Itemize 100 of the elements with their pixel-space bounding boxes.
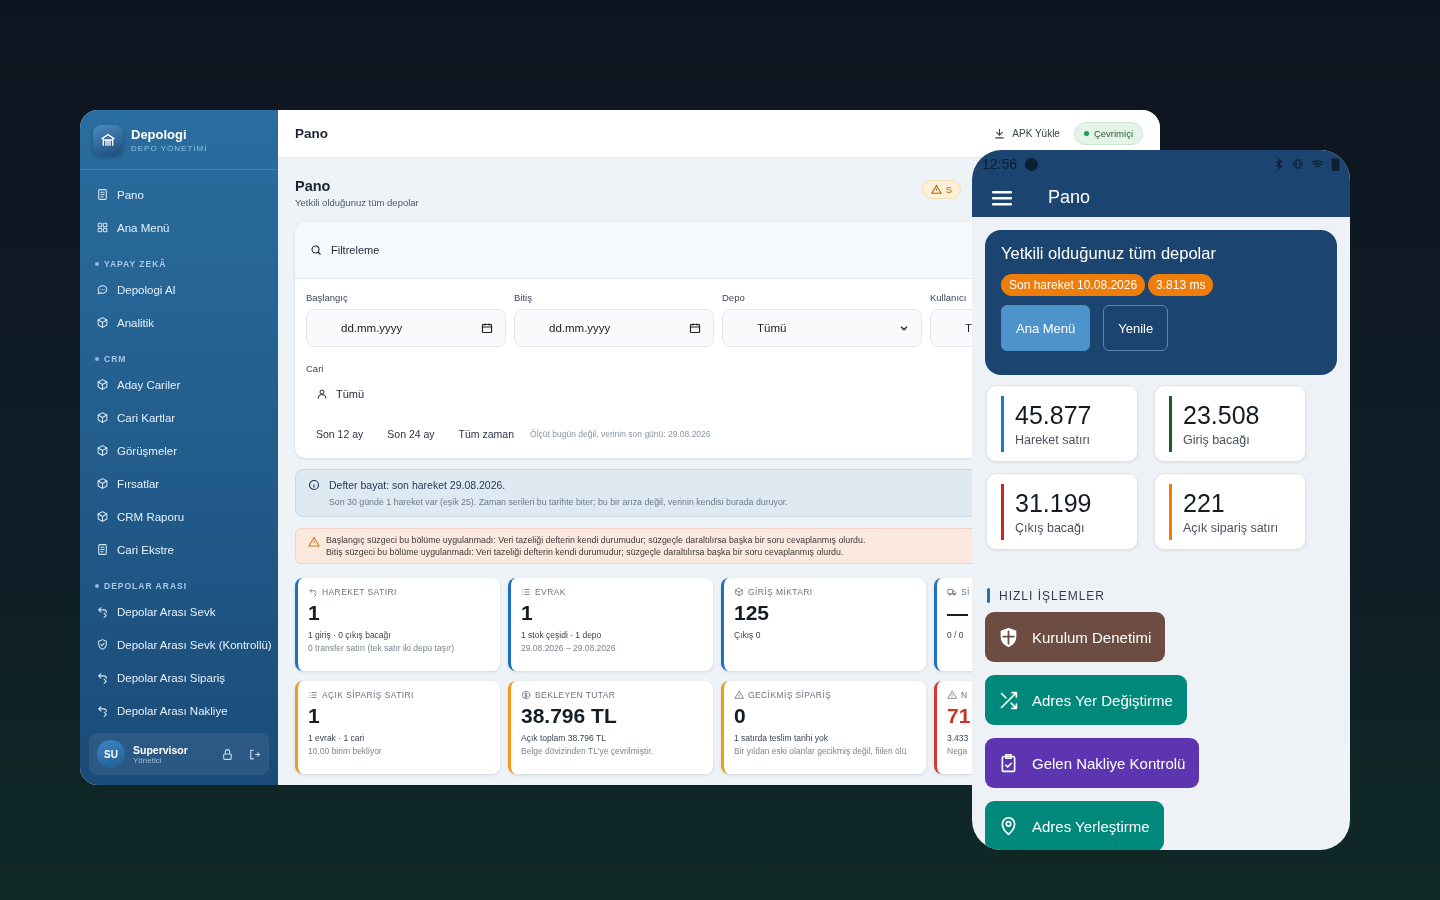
sidebar-item[interactable]: Analitik — [117, 316, 155, 329]
menu-icon[interactable] — [992, 189, 1012, 206]
chat-bubble-icon — [96, 283, 109, 296]
download-icon — [993, 127, 1007, 140]
document-icon — [96, 188, 109, 201]
kpi-title: Sİ — [961, 587, 970, 597]
sidebar-item[interactable]: Depologi AI — [117, 283, 176, 296]
field-label: Başlangıç — [306, 292, 349, 303]
customer-select[interactable]: Tümü — [306, 374, 972, 408]
chevron-down-icon — [899, 323, 909, 333]
warning-icon — [947, 690, 957, 700]
cube-icon — [96, 411, 109, 424]
swap-arrow-icon — [96, 704, 109, 717]
kpi-value: 1 — [521, 601, 534, 625]
info-chip: 3.813 ms — [1148, 274, 1214, 296]
warning-text: Bitiş süzgeci bu bölüme uygulanmadı: Veri tazeliği defterin kendi durumudur; süzgeçle daraltılırsa başka bir soru cevaplanmış olurdu. — [326, 547, 845, 557]
kpi-value: 71 — [947, 704, 972, 728]
refresh-button[interactable]: Yenile — [1103, 305, 1169, 351]
brand-subtitle: DEPO YÖNETİMİ — [131, 143, 208, 153]
kpi-title: AÇIK SİPARİŞ SATIRI — [322, 690, 414, 700]
stat-label: Çıkış bacağı — [1015, 520, 1086, 535]
cube-icon — [96, 510, 109, 523]
apk-download-button[interactable]: APK Yükle — [993, 127, 1060, 140]
quick-action-button[interactable]: Adres Yerleştirme — [985, 801, 1164, 850]
sidebar-item[interactable]: Cari Kartlar — [117, 411, 176, 424]
logout-icon[interactable] — [248, 747, 261, 761]
sidebar-item[interactable]: Cari Ekstre — [117, 543, 174, 556]
kpi-value: 1 — [308, 601, 321, 625]
swap-arrow-icon — [308, 587, 318, 597]
list-icon — [308, 690, 318, 700]
select-field[interactable]: Tümü — [722, 309, 922, 347]
kpi-detail: 0 transfer satırı (tek satır iki depo taşır) — [308, 643, 455, 653]
kpi-detail: Belge dövizinden TL'ye çevrilmiştir. — [521, 746, 654, 756]
sidebar-item[interactable]: Depolar Arası Nakliye — [117, 704, 228, 717]
quick-action-button[interactable]: Gelen Nakliye Kontrolü — [985, 738, 1200, 788]
bluetooth-icon — [1273, 158, 1285, 170]
section-heading: DEPOLAR ARASI — [104, 581, 188, 591]
shield-icon — [998, 626, 1019, 648]
kpi-title: N — [961, 690, 968, 700]
info-icon — [308, 479, 320, 491]
kpi-detail: 0 / 0 — [947, 630, 965, 640]
range-button[interactable]: Tüm zaman — [448, 424, 527, 444]
kpi-title: GİRİŞ MİKTARI — [748, 587, 813, 597]
shield-check-icon — [96, 638, 109, 651]
sidebar-item[interactable]: CRM Raporu — [117, 510, 185, 523]
user-role: Yönetici — [133, 755, 162, 765]
warning-icon — [308, 536, 320, 548]
range-button[interactable]: Son 12 ay — [306, 424, 376, 444]
kpi-value: 38.796 TL — [521, 704, 618, 728]
kpi-detail: 10,00 birim bekliyor — [308, 746, 383, 756]
quick-action-button[interactable]: Adres Yer Değiştirme — [985, 675, 1187, 725]
kpi-detail: 3.433 — [947, 733, 970, 743]
swap-arrow-icon — [96, 671, 109, 684]
page-title: Pano — [295, 178, 332, 194]
sidebar-item[interactable]: Depolar Arası Sevk (Kontrollü) — [117, 638, 272, 651]
sidebar-item[interactable]: Ana Menü — [117, 221, 170, 234]
hero-title: Yetkili olduğunuz tüm depolar — [1001, 244, 1217, 263]
kpi-detail: 1 giriş · 0 çıkış bacağı — [308, 630, 392, 640]
sidebar-item[interactable]: Pano — [117, 188, 144, 201]
coin-icon — [521, 690, 531, 700]
swap-arrow-icon — [96, 605, 109, 618]
kpi-detail: 1 stok çeşidi · 1 depo — [521, 630, 603, 640]
cube-icon — [96, 378, 109, 391]
user-avatar: SU — [97, 740, 125, 768]
range-button[interactable]: Son 24 ay — [377, 424, 447, 444]
stat-label: Açık sipariş satırı — [1183, 520, 1279, 535]
range-note: Ölçüt bugün değil, verinin son günü: 29.08.2026 — [530, 429, 711, 439]
battery-icon — [1331, 157, 1340, 171]
lock-icon[interactable] — [221, 747, 234, 761]
person-icon — [316, 388, 328, 400]
field-label: Depo — [722, 292, 746, 303]
select-field[interactable]: T — [930, 309, 972, 347]
kpi-detail: 29.08.2026 – 29.08.2026 — [521, 643, 617, 653]
cube-icon — [734, 587, 744, 597]
vibrate-icon — [1292, 158, 1304, 170]
truck-icon — [947, 587, 957, 597]
date-field[interactable]: dd.mm.yyyy — [514, 309, 714, 347]
cube-icon — [96, 477, 109, 490]
sidebar-item[interactable]: Depolar Arası Sevk — [117, 605, 216, 618]
status-time: 12:56 — [982, 156, 1018, 172]
kpi-title: GECİKMİŞ SİPARİŞ — [748, 690, 832, 700]
brand-name: Depologi — [131, 126, 188, 142]
sidebar-item[interactable]: Depolar Arası Sipariş — [117, 671, 226, 684]
kpi-value: 1 — [308, 704, 321, 728]
section-heading: CRM — [104, 354, 127, 364]
cube-icon — [96, 316, 109, 329]
warehouse-logo-icon — [93, 124, 123, 155]
online-status-badge: Çevrimiçi — [1073, 122, 1143, 145]
warning-icon — [734, 690, 744, 700]
section-heading: YAPAY ZEKÂ — [104, 259, 167, 269]
sidebar-item[interactable]: Aday Cariler — [117, 378, 181, 391]
quick-action-button[interactable]: Kurulum Denetimi — [985, 612, 1166, 662]
field-label: Cari — [306, 363, 325, 374]
stat-value: 45.877 — [1015, 400, 1092, 430]
sidebar-item[interactable]: Fırsatlar — [117, 477, 160, 490]
alert-text: Son 30 günde 1 hareket var (eşik 25). Zaman serileri bu tarihte biter; bu bir arıza değil, verinin kendisi burada duruyor. — [329, 497, 789, 507]
grid-icon — [96, 221, 109, 234]
kpi-value: 125 — [734, 601, 771, 625]
date-field[interactable]: dd.mm.yyyy — [306, 309, 506, 347]
sidebar-item[interactable]: Görüşmeler — [117, 444, 178, 457]
